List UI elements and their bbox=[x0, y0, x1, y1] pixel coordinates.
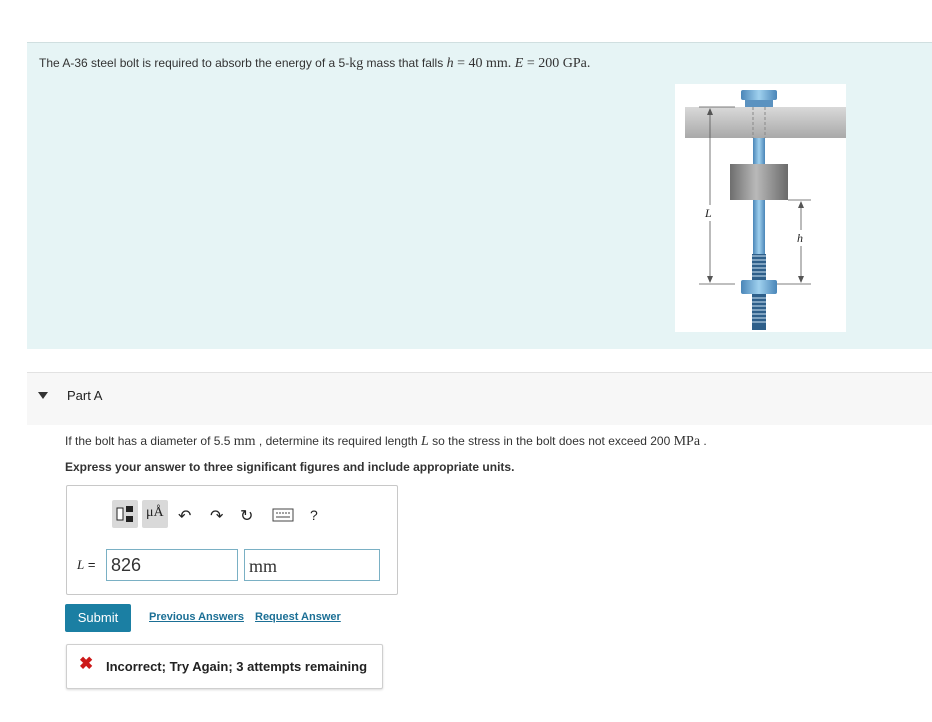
E-value: = 200 GPa bbox=[523, 56, 587, 71]
part-title: Part A bbox=[67, 388, 103, 403]
bolt-shank-upper bbox=[753, 138, 765, 164]
incorrect-icon: ✖ bbox=[79, 654, 94, 673]
help-icon[interactable]: ? bbox=[310, 507, 318, 523]
problem-text: The A-36 steel bolt is required to absor… bbox=[39, 56, 590, 72]
h-value: = 40 mm bbox=[453, 56, 508, 71]
templates-icon bbox=[116, 506, 133, 522]
collapse-caret-icon[interactable] bbox=[38, 392, 48, 399]
feedback-text: Incorrect; Try Again; 3 attempts remaini… bbox=[106, 659, 368, 674]
problem-statement: The A-36 steel bolt is required to absor… bbox=[27, 42, 932, 349]
templates-button[interactable] bbox=[112, 500, 138, 528]
question-mid: , determine its required length bbox=[255, 434, 421, 448]
bolt-diagram: L h bbox=[685, 90, 846, 330]
sep: . bbox=[507, 56, 515, 71]
label-L: L bbox=[704, 206, 712, 220]
falling-mass bbox=[730, 164, 788, 200]
diameter-unit: mm bbox=[233, 434, 256, 449]
mass-unit: kg bbox=[349, 56, 364, 71]
L-symbol: L bbox=[420, 434, 429, 449]
dimension-h bbox=[777, 199, 811, 285]
question-mid2: so the stress in the bolt does not excee… bbox=[428, 434, 674, 448]
question-prefix: If the bolt has a diameter of 5.5 bbox=[65, 434, 234, 448]
units-button[interactable]: μÅ bbox=[142, 500, 168, 528]
submit-button[interactable]: Submit bbox=[65, 604, 131, 632]
bolt-head bbox=[741, 90, 777, 100]
feedback-message: ✖ Incorrect; Try Again; 3 attempts remai… bbox=[66, 644, 383, 689]
problem-text-mid: mass that falls bbox=[363, 56, 447, 70]
request-answer-link[interactable]: Request Answer bbox=[255, 611, 341, 623]
answer-box: μÅ ↶ ↷ ↻ ? L = 826 mm bbox=[66, 485, 398, 595]
label-h: h bbox=[797, 231, 803, 245]
reset-icon[interactable]: ↻ bbox=[240, 506, 253, 526]
bolt-washer bbox=[745, 100, 773, 107]
h-symbol: h bbox=[446, 56, 454, 71]
previous-answers-link[interactable]: Previous Answers bbox=[149, 611, 244, 623]
units-icon: μÅ bbox=[146, 505, 164, 520]
question-text: If the bolt has a diameter of 5.5 mm , d… bbox=[65, 434, 707, 450]
answer-instruction: Express your answer to three significant… bbox=[65, 460, 515, 474]
redo-icon[interactable]: ↷ bbox=[210, 506, 223, 526]
unit-input[interactable]: mm bbox=[244, 549, 380, 581]
undo-icon[interactable]: ↶ bbox=[178, 506, 191, 526]
stress-unit: MPa bbox=[673, 434, 701, 449]
end-period: . bbox=[586, 56, 591, 71]
answer-equals: = bbox=[84, 557, 96, 572]
bolt-nut bbox=[741, 280, 777, 294]
problem-text-prefix: The A-36 steel bolt is required to absor… bbox=[39, 56, 350, 70]
question-end: . bbox=[700, 434, 707, 448]
answer-label: L = bbox=[77, 557, 95, 573]
value-input[interactable]: 826 bbox=[106, 549, 238, 581]
part-a-header[interactable]: Part A bbox=[27, 372, 932, 425]
bolt-figure: L h bbox=[675, 84, 846, 332]
keyboard-icon[interactable] bbox=[272, 508, 294, 527]
